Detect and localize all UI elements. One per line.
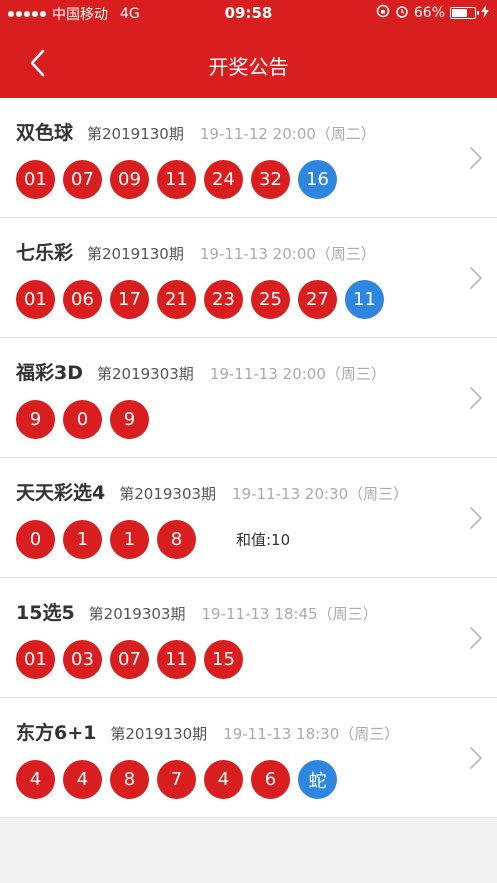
lottery-name: 福彩3D xyxy=(16,362,83,384)
lottery-list: 双色球 第2019130期 19-11-12 20:00（周二） 01 07 09 11 24… xyxy=(0,98,497,818)
lottery-draw-time: 19-11-13 18:30（周三） xyxy=(223,725,400,743)
lottery-row[interactable]: 天天彩选4 第2019303期 19-11-13 20:30（周三） 0 1 1 8 和值:1… xyxy=(0,458,497,578)
red-ball: 07 xyxy=(110,640,149,679)
winning-numbers: 909 xyxy=(16,400,157,439)
red-ball: 17 xyxy=(110,280,149,319)
lottery-draw-time: 19-11-13 20:00（周三） xyxy=(199,245,376,263)
chevron-right-icon xyxy=(470,387,482,409)
charging-icon xyxy=(481,4,489,22)
red-ball: 21 xyxy=(157,280,196,319)
red-ball: 27 xyxy=(298,280,337,319)
blue-ball: 蛇 xyxy=(298,760,337,799)
red-ball: 1 xyxy=(63,520,102,559)
lottery-draw-time: 19-11-12 20:00（周二） xyxy=(199,125,376,143)
lottery-name: 双色球 xyxy=(16,122,74,144)
lottery-name: 东方6+1 xyxy=(16,722,97,744)
alarm-icon xyxy=(395,4,409,22)
chevron-right-icon xyxy=(470,147,482,169)
red-ball: 7 xyxy=(157,760,196,799)
lottery-name: 15选5 xyxy=(16,602,75,624)
red-ball: 8 xyxy=(157,520,196,559)
nav-bar: 开奖公告 xyxy=(0,26,497,98)
lottery-header: 福彩3D 第2019303期 19-11-13 20:00（周三） xyxy=(16,358,386,385)
lottery-row[interactable]: 双色球 第2019130期 19-11-12 20:00（周二） 01 07 09 11 24… xyxy=(0,98,497,218)
winning-numbers: 01 06 17 21 23 25 27 11 xyxy=(16,280,392,319)
chevron-right-icon xyxy=(470,747,482,769)
red-ball: 32 xyxy=(251,160,290,199)
battery-fill xyxy=(452,9,467,17)
red-ball: 07 xyxy=(63,160,102,199)
lottery-row[interactable]: 东方6+1 第2019130期 19-11-13 18:30（周三） 4 4 8 7 4 6 蛇 xyxy=(0,698,497,818)
chevron-left-icon xyxy=(30,49,45,77)
red-ball: 8 xyxy=(110,760,149,799)
red-ball: 0 xyxy=(63,400,102,439)
red-ball: 03 xyxy=(63,640,102,679)
lottery-header: 东方6+1 第2019130期 19-11-13 18:30（周三） xyxy=(16,718,399,745)
red-ball: 24 xyxy=(204,160,243,199)
lottery-draw-time: 19-11-13 20:30（周三） xyxy=(232,485,409,503)
page-title: 开奖公告 xyxy=(208,55,289,79)
winning-numbers: 01 07 09 11 24 32 16 xyxy=(16,160,345,199)
lottery-issue: 第2019130期 xyxy=(110,725,208,743)
red-ball: 01 xyxy=(16,160,55,199)
lottery-issue: 第2019130期 xyxy=(87,125,184,143)
battery-icon xyxy=(450,7,479,19)
red-ball: 0 xyxy=(16,520,55,559)
red-ball: 25 xyxy=(251,280,290,319)
lottery-header: 双色球 第2019130期 19-11-12 20:00（周二） xyxy=(16,118,376,145)
lottery-name: 七乐彩 xyxy=(16,242,74,264)
lottery-issue: 第2019130期 xyxy=(87,245,184,263)
lottery-issue: 第2019303期 xyxy=(97,365,194,383)
red-ball: 4 xyxy=(63,760,102,799)
red-ball: 11 xyxy=(157,160,196,199)
lottery-row[interactable]: 15选5 第2019303期 19-11-13 18:45（周三） 01 03 07 11 1… xyxy=(0,578,497,698)
red-ball: 1 xyxy=(110,520,149,559)
lottery-issue: 第2019303期 xyxy=(119,485,217,503)
blue-ball: 11 xyxy=(345,280,384,319)
lottery-row[interactable]: 七乐彩 第2019130期 19-11-13 20:00（周三） 01 06 17 21 23… xyxy=(0,218,497,338)
red-ball: 01 xyxy=(16,280,55,319)
chevron-right-icon xyxy=(470,267,482,289)
status-bar: 中国移动 4G 09:58 66% xyxy=(0,0,497,26)
red-ball: 09 xyxy=(110,160,149,199)
red-ball: 4 xyxy=(204,760,243,799)
chevron-right-icon xyxy=(470,507,482,529)
lottery-issue: 第2019303期 xyxy=(88,605,186,623)
red-ball: 9 xyxy=(110,400,149,439)
back-button[interactable] xyxy=(20,46,54,80)
red-ball: 06 xyxy=(63,280,102,319)
winning-numbers: 0 1 1 8 和值:10 xyxy=(16,520,290,559)
red-ball: 01 xyxy=(16,640,55,679)
lottery-header: 七乐彩 第2019130期 19-11-13 20:00（周三） xyxy=(16,238,376,265)
blue-ball: 16 xyxy=(298,160,337,199)
sum-value: 和值:10 xyxy=(236,531,291,549)
winning-numbers: 01 03 07 11 15 xyxy=(16,640,251,679)
lottery-name: 天天彩选4 xyxy=(16,482,106,504)
red-ball: 6 xyxy=(251,760,290,799)
red-ball: 15 xyxy=(204,640,243,679)
lottery-draw-time: 19-11-13 20:00（周三） xyxy=(209,365,386,383)
lottery-draw-time: 19-11-13 18:45（周三） xyxy=(201,605,378,623)
rotation-lock-icon xyxy=(376,4,390,22)
red-ball: 23 xyxy=(204,280,243,319)
lottery-header: 15选5 第2019303期 19-11-13 18:45（周三） xyxy=(16,598,378,625)
lottery-header: 天天彩选4 第2019303期 19-11-13 20:30（周三） xyxy=(16,478,408,505)
status-right: 66% xyxy=(376,4,489,22)
chevron-right-icon xyxy=(470,627,482,649)
red-ball: 4 xyxy=(16,760,55,799)
lottery-row[interactable]: 福彩3D 第2019303期 19-11-13 20:00（周三） 9 0 9 xyxy=(0,338,497,458)
red-ball: 9 xyxy=(16,400,55,439)
red-ball: 11 xyxy=(157,640,196,679)
battery-percent: 66% xyxy=(413,5,445,21)
winning-numbers: 448746蛇 xyxy=(16,760,345,799)
battery-tip xyxy=(477,11,479,15)
empty-background xyxy=(0,825,497,883)
